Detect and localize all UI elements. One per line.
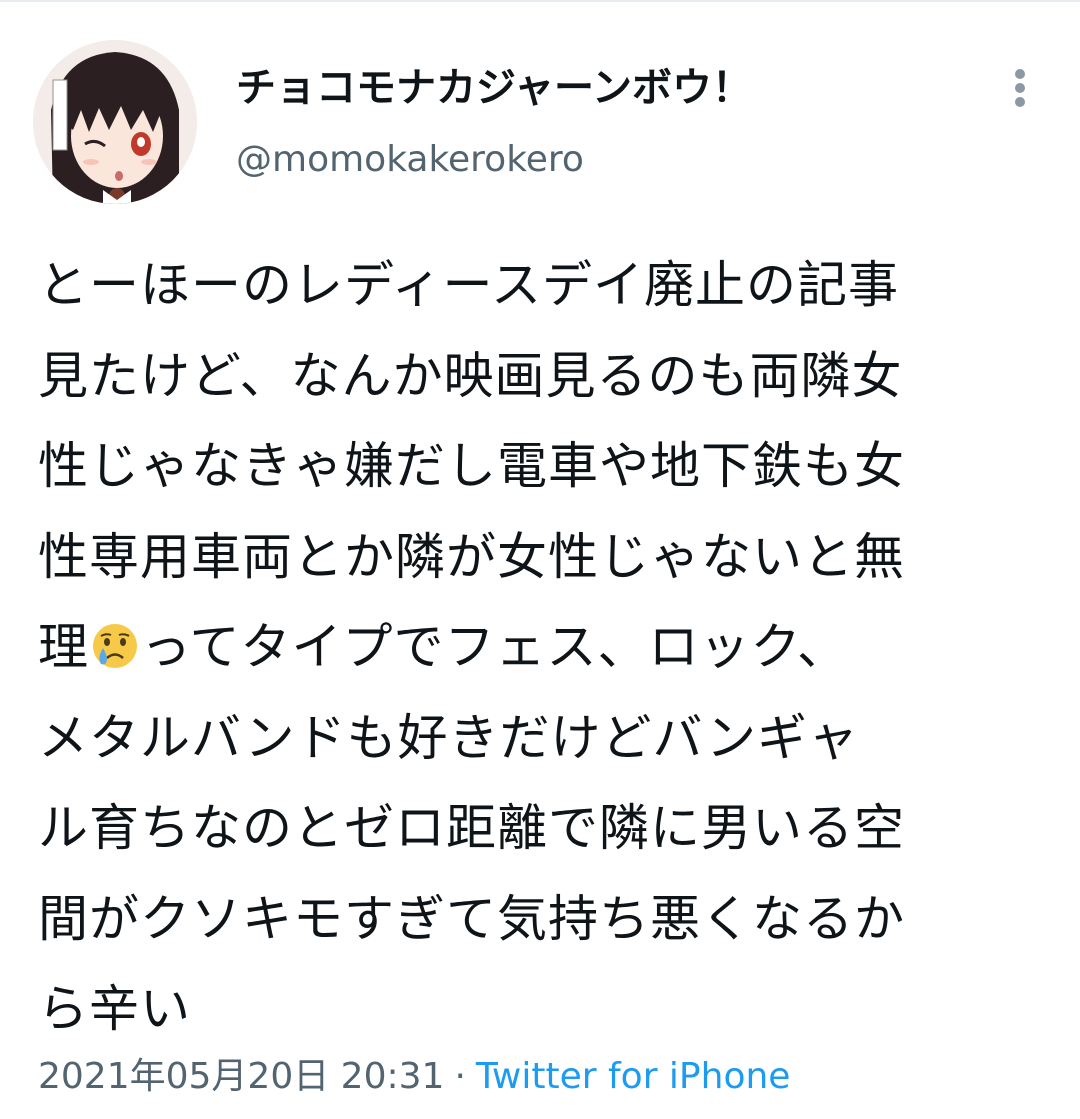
tweet-text-fragment: ル育ちなのとゼロ距離で隣に男いる空 — [38, 799, 905, 857]
tweet-timestamp[interactable]: 2021年05月20日 20:31 — [38, 1056, 444, 1097]
meta-separator: · — [454, 1056, 466, 1097]
author-display-name[interactable]: チョコモナカジャーンボウ！ — [236, 62, 752, 114]
top-divider — [0, 0, 1080, 2]
tweet-text-line: 見たけど、なんか映画見るのも両隣女 — [38, 331, 1050, 422]
tweet-text: とーほーのレディースデイ廃止の記事 見たけど、なんか映画見るのも両隣女 性じゃな… — [38, 240, 1050, 1055]
tweet-source-link[interactable]: Twitter for iPhone — [476, 1056, 791, 1097]
tweet-text-fragment: 性専用車両とか隣が女性じゃないと無 — [38, 527, 905, 586]
tweet-text-fragment: とーほーのレディースデイ廃止の記事 — [38, 256, 899, 314]
more-options-button[interactable] — [1000, 62, 1040, 114]
tweet-text-fragment: ら辛い — [38, 980, 191, 1038]
tweet-text-fragment: 間がクソキモすぎて気持ち悪くなるか — [38, 889, 905, 948]
tweet-text-line: とーほーのレディースデイ廃止の記事 — [38, 240, 1050, 331]
tweet-text-fragment: 理 — [38, 618, 89, 676]
more-vertical-icon — [1015, 69, 1025, 107]
tweet-text-line: メタルバンドも好きだけどバンギャ — [38, 693, 1050, 784]
tweet-text-line: 性じゃなきゃ嫌だし電車や地下鉄も女 — [38, 421, 1050, 512]
tweet-text-line: 理ってタイプでフェス、ロック、 — [38, 602, 1050, 693]
tweet-text-line: ら辛い — [38, 964, 1050, 1055]
avatar[interactable] — [33, 40, 197, 204]
crying-face-emoji-icon — [93, 624, 137, 668]
tweet-text-fragment: 性じゃなきゃ嫌だし電車や地下鉄も女 — [38, 437, 905, 495]
tweet-text-fragment: 見たけど、なんか映画見るのも両隣女 — [38, 346, 903, 405]
tweet-text-line: 間がクソキモすぎて気持ち悪くなるか — [38, 874, 1050, 965]
author-handle[interactable]: @momokakerokero — [236, 136, 584, 184]
tweet-text-line: ル育ちなのとゼロ距離で隣に男いる空 — [38, 783, 1050, 874]
tweet-text-fragment: メタルバンドも好きだけどバンギャ — [38, 708, 859, 767]
tweet-text-fragment: ってタイプでフェス、ロック、 — [141, 618, 848, 676]
tweet-meta: 2021年05月20日 20:31 · Twitter for iPhone — [38, 1052, 790, 1102]
avatar-icon — [33, 40, 197, 204]
tweet-text-line: 性専用車両とか隣が女性じゃないと無 — [38, 512, 1050, 603]
